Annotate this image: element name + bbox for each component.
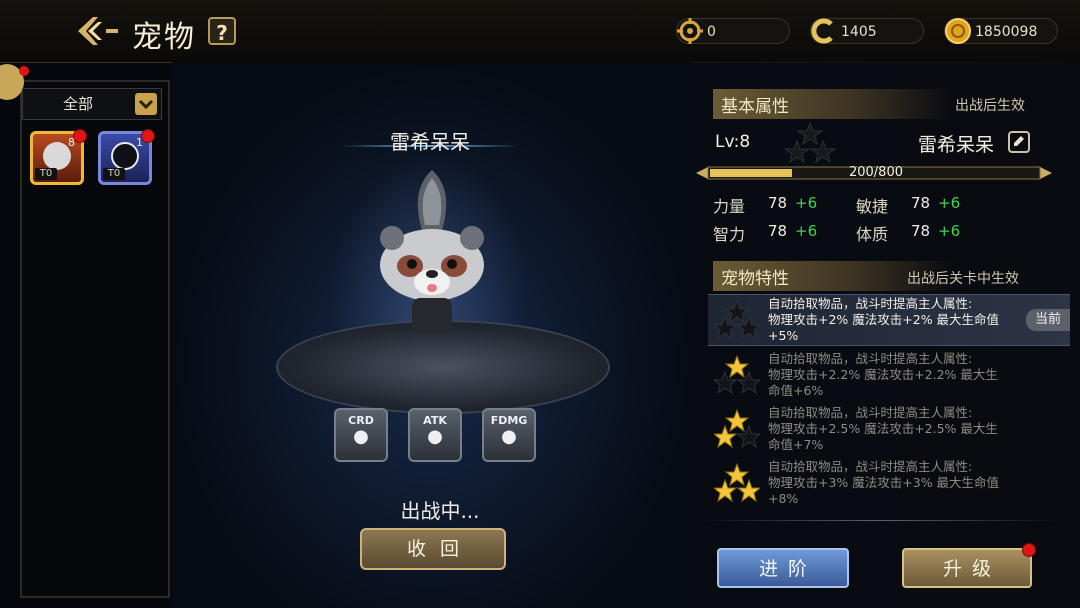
paw-icon: ●: [427, 426, 443, 447]
trait-line: +5%: [768, 328, 799, 343]
crosshair-currency: 0: [676, 18, 790, 44]
basic-attr-title: 基本属性: [721, 97, 789, 117]
stat-agility-bonus: +6: [938, 194, 961, 212]
pet-portrait-icon: [43, 142, 71, 170]
skill-atk-button[interactable]: ATK ●: [408, 408, 462, 462]
trait-row-current[interactable]: 自动拾取物品，战斗时提高主人属性: 物理攻击+2% 魔法攻击+2% 最大生命值 …: [708, 294, 1070, 346]
stat-strength-bonus: +6: [795, 194, 818, 212]
edit-name-icon[interactable]: [1008, 131, 1030, 153]
empty-stars-icon: [712, 299, 762, 340]
c-coin-icon: [809, 16, 839, 46]
crosshair-currency-value: 0: [707, 24, 716, 40]
trait-line: +8%: [768, 491, 799, 506]
pet-slot-tier: T0: [35, 168, 57, 180]
stat-strength-label: 力量: [713, 197, 746, 216]
trait-row-3star[interactable]: 自动拾取物品，战斗时提高主人属性: 物理攻击+3% 魔法攻击+3% 最大生命值 …: [708, 458, 1070, 508]
deploy-status: 出战中...: [400, 499, 480, 523]
stat-agility-value: 78: [911, 194, 931, 212]
gold-coin-icon: [943, 16, 973, 46]
chevron-down-icon: [135, 93, 157, 115]
stat-intellect-value: 78: [768, 222, 788, 240]
pet-name: 雷希呆呆: [390, 130, 470, 154]
trait-row-2star[interactable]: 自动拾取物品，战斗时提高主人属性: 物理攻击+2.5% 魔法攻击+2.5% 最大…: [708, 404, 1070, 454]
gold-currency: 1850098: [944, 18, 1058, 44]
filter-select[interactable]: 全部: [22, 88, 162, 120]
three-star-icon: [712, 462, 762, 503]
two-star-icon: [712, 408, 762, 449]
traits-title: 宠物特性: [721, 269, 789, 289]
pet-slot-1[interactable]: 8 T0: [30, 129, 87, 185]
stat-constitution-label: 体质: [856, 225, 889, 244]
basic-attr-note: 出战后生效: [955, 98, 1025, 114]
trait-line: 自动拾取物品，战斗时提高主人属性:: [768, 405, 973, 420]
traits-note: 出战后关卡中生效: [907, 271, 1019, 287]
stat-intellect-label: 智力: [713, 225, 746, 244]
recall-button[interactable]: 收回: [360, 528, 506, 570]
advance-button[interactable]: 进阶: [717, 548, 849, 588]
side-tab-badge: [19, 66, 29, 76]
stat-agility-label: 敏捷: [856, 197, 889, 216]
stat-constitution-bonus: +6: [938, 222, 961, 240]
empty-stars-icon: [783, 121, 837, 164]
trait-line: 自动拾取物品，战斗时提高主人属性:: [768, 351, 973, 366]
exp-text: 200/800: [848, 165, 903, 180]
trait-row-1star[interactable]: 自动拾取物品，战斗时提高主人属性: 物理攻击+2.2% 魔法攻击+2.2% 最大…: [708, 350, 1070, 400]
exp-bar: 200/800: [696, 164, 1052, 182]
help-button[interactable]: ?: [208, 17, 236, 45]
stat-intellect-bonus: +6: [795, 222, 818, 240]
skill-crd-button[interactable]: CRD ●: [334, 408, 388, 462]
basic-attr-header: 基本属性: [713, 89, 953, 119]
crosshair-icon: [675, 16, 705, 46]
trait-line: 物理攻击+2% 魔法攻击+2% 最大生命值: [768, 312, 1000, 327]
back-icon[interactable]: [76, 14, 122, 48]
panel-divider: [700, 520, 1060, 521]
trait-line: 自动拾取物品，战斗时提高主人属性:: [768, 459, 973, 474]
trait-line: 命值+7%: [768, 437, 824, 452]
stat-constitution-value: 78: [911, 222, 931, 240]
upgrade-button[interactable]: 升级: [902, 548, 1032, 588]
trait-line: 物理攻击+3% 魔法攻击+3% 最大生命值: [768, 475, 1000, 490]
pet-level: Lv:8: [715, 132, 751, 152]
trait-line: 物理攻击+2.2% 魔法攻击+2.2% 最大生: [768, 367, 998, 382]
trait-line: 自动拾取物品，战斗时提高主人属性:: [768, 296, 973, 311]
pet-portrait-icon: [111, 142, 139, 170]
stat-strength-value: 78: [768, 194, 788, 212]
pet-slot-2[interactable]: 1 T0: [98, 129, 155, 185]
notification-dot: [1022, 543, 1036, 557]
c-currency: 1405: [810, 18, 924, 44]
pet-slot-tier: T0: [103, 168, 125, 180]
c-currency-value: 1405: [841, 24, 877, 40]
pet-model-image: [370, 170, 494, 340]
page-title: 宠物: [132, 20, 196, 55]
current-tag: 当前: [1026, 309, 1070, 331]
pet-display-name: 雷希呆呆: [918, 134, 995, 156]
paw-icon: ●: [353, 426, 369, 447]
notification-dot: [141, 129, 155, 143]
gold-currency-value: 1850098: [975, 24, 1038, 40]
skill-fdmg-button[interactable]: FDMG ●: [482, 408, 536, 462]
paw-icon: ●: [501, 426, 517, 447]
filter-label: 全部: [62, 95, 93, 113]
trait-line: 物理攻击+2.5% 魔法攻击+2.5% 最大生: [768, 421, 998, 436]
one-star-icon: [712, 354, 762, 395]
trait-line: 命值+6%: [768, 383, 824, 398]
notification-dot: [73, 129, 87, 143]
